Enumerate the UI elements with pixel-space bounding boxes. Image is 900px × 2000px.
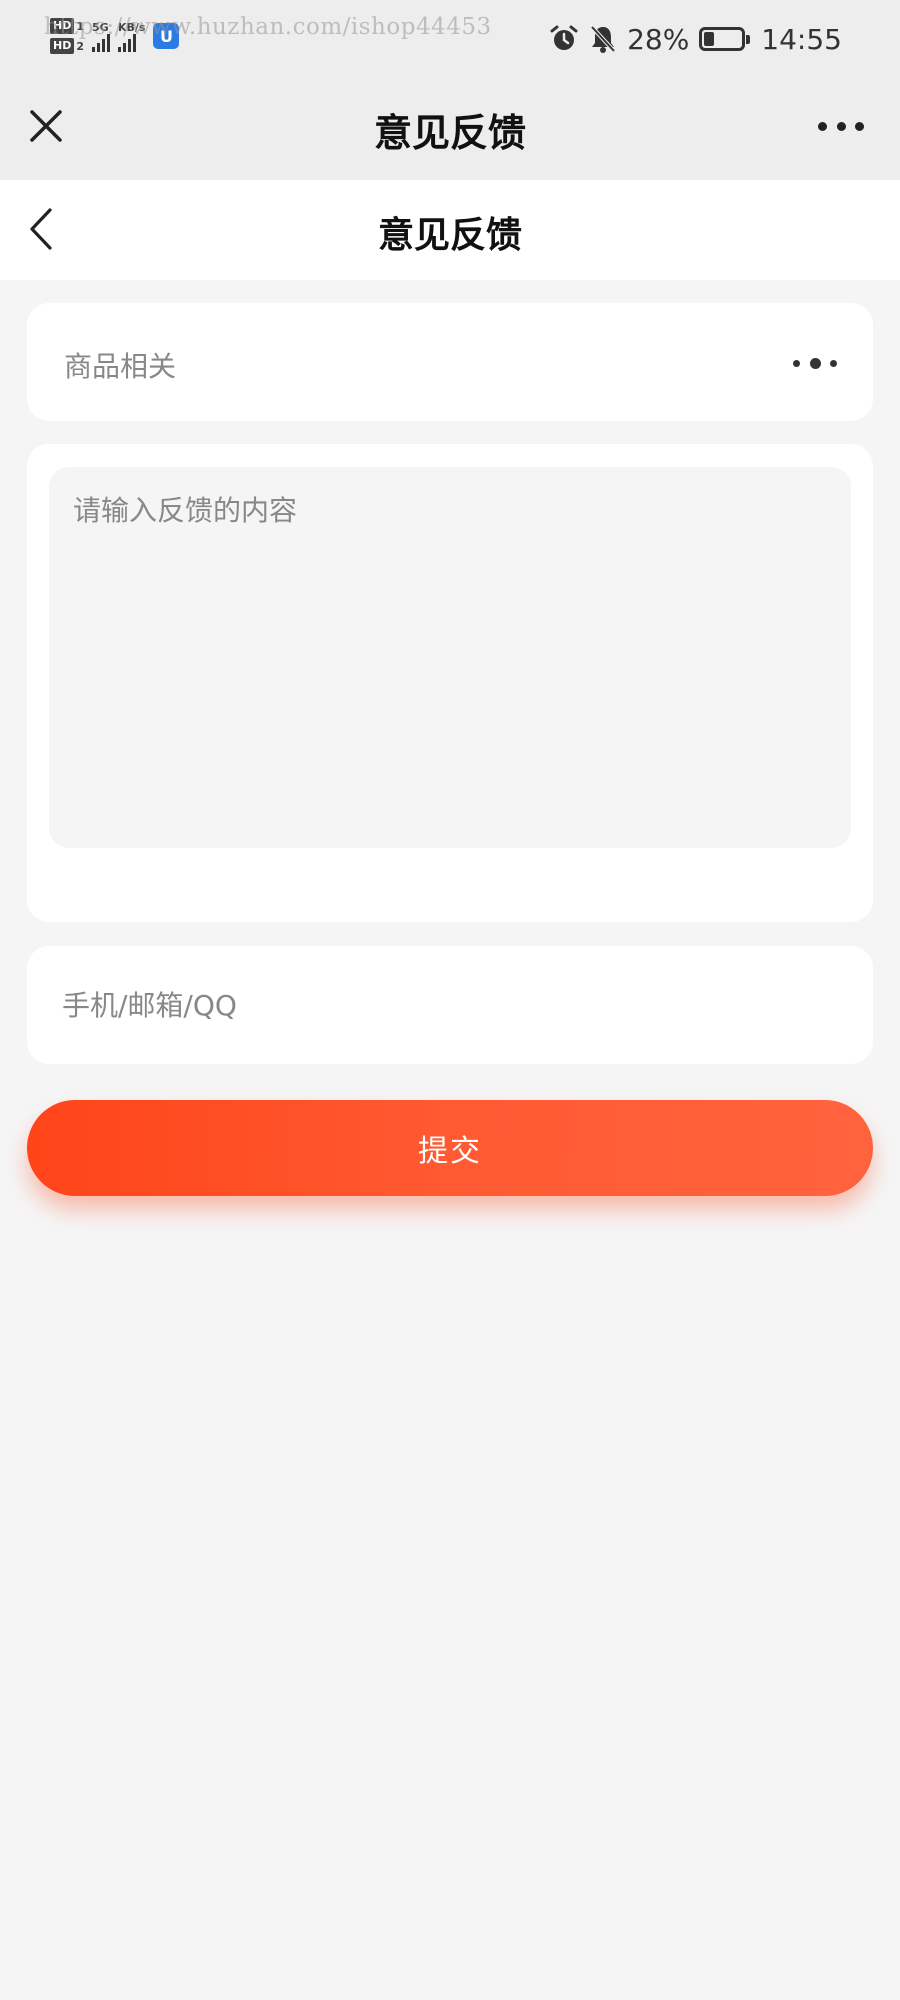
page-title: 意见反馈 bbox=[377, 215, 522, 256]
battery-icon bbox=[699, 27, 751, 51]
battery-fill bbox=[704, 32, 715, 46]
sim-number-2: 2 bbox=[76, 39, 84, 53]
page-nav-bar: 意见反馈 bbox=[0, 180, 900, 280]
feedback-content-card bbox=[27, 444, 873, 922]
host-top-bar: 意见反馈 bbox=[0, 80, 900, 180]
hd-badge-2: HD bbox=[50, 38, 75, 54]
contact-input[interactable] bbox=[27, 946, 873, 1064]
category-value: 商品相关 bbox=[64, 350, 177, 383]
feedback-category-selector[interactable]: 商品相关 bbox=[27, 303, 873, 421]
host-title: 意见反馈 bbox=[373, 111, 526, 155]
back-arrow-icon[interactable] bbox=[22, 204, 62, 254]
bell-muted-icon bbox=[590, 25, 616, 53]
submit-button[interactable]: 提交 bbox=[27, 1100, 873, 1196]
contact-card bbox=[27, 946, 873, 1064]
status-bar: HD 1 HD 2 5G KB/s U https://www.huzhan.c… bbox=[0, 0, 900, 80]
more-dots-icon[interactable] bbox=[793, 353, 837, 373]
watermark: https://www.huzhan.com/ishop44453 bbox=[44, 14, 492, 40]
close-icon[interactable] bbox=[26, 106, 66, 146]
battery-percent: 28% bbox=[627, 22, 690, 56]
feedback-content-textarea[interactable] bbox=[49, 467, 851, 848]
feedback-page: HD 1 HD 2 5G KB/s U https://www.huzhan.c… bbox=[0, 0, 900, 2000]
alarm-icon bbox=[550, 25, 578, 50]
status-right: 28% 14:55 bbox=[549, 18, 842, 60]
status-time: 14:55 bbox=[761, 22, 842, 56]
more-options-icon[interactable] bbox=[818, 116, 864, 136]
